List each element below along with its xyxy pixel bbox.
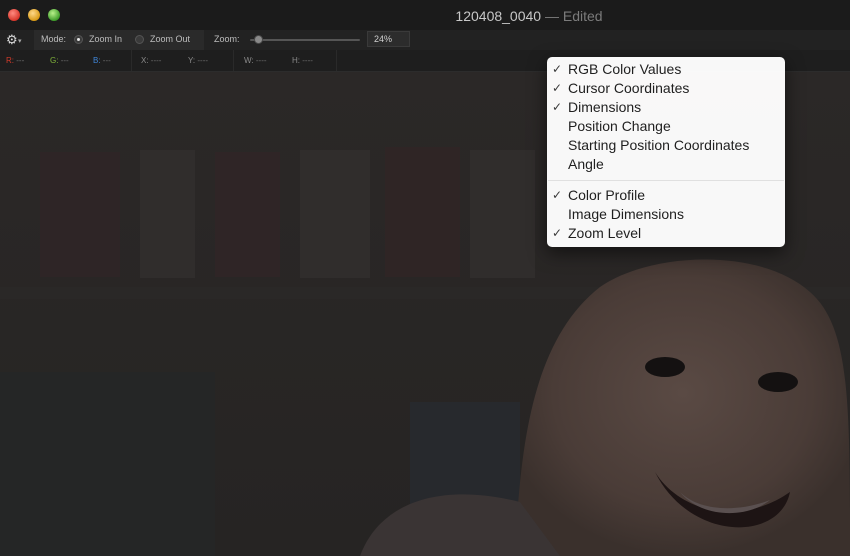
mode-label: Mode: xyxy=(41,34,67,44)
menu-item-label: Starting Position Coordinates xyxy=(568,137,750,153)
info-divider xyxy=(131,50,132,71)
menu-item-cursor-coordinates[interactable]: ✓ Cursor Coordinates xyxy=(547,79,785,98)
menu-item-dimensions[interactable]: ✓ Dimensions xyxy=(547,98,785,117)
menu-item-label: Angle xyxy=(568,156,604,172)
checkmark-icon: ✓ xyxy=(552,81,563,95)
menu-item-position-change[interactable]: Position Change xyxy=(547,117,785,136)
menu-item-label: Dimensions xyxy=(568,99,642,115)
gear-icon[interactable]: ⚙ xyxy=(6,32,18,47)
blue-readout: B: --- xyxy=(93,56,111,65)
zoom-out-radio[interactable] xyxy=(135,35,144,44)
green-label: G: xyxy=(50,56,59,65)
menu-separator xyxy=(548,180,784,181)
menu-item-label: RGB Color Values xyxy=(568,61,682,77)
red-label: R: xyxy=(6,56,14,65)
zoom-label: Zoom: xyxy=(214,34,240,44)
x-value: ---- xyxy=(150,56,162,65)
w-value: ---- xyxy=(255,56,267,65)
w-label: W: xyxy=(244,56,254,65)
menu-item-label: Position Change xyxy=(568,118,671,134)
mode-group: Mode: Zoom In Zoom Out xyxy=(34,30,204,50)
green-value: --- xyxy=(60,56,69,65)
menu-item-rgb-color-values[interactable]: ✓ RGB Color Values xyxy=(547,60,785,79)
menu-item-label: Image Dimensions xyxy=(568,206,684,222)
blue-label: B: xyxy=(93,56,101,65)
menu-item-label: Color Profile xyxy=(568,187,646,203)
y-label: Y: xyxy=(188,56,196,65)
document-name: 120408_0040 xyxy=(455,8,542,24)
menu-item-color-profile[interactable]: ✓ Color Profile xyxy=(547,186,785,205)
menu-item-label: Zoom Level xyxy=(568,225,642,241)
checkmark-icon: ✓ xyxy=(552,62,563,76)
zoom-slider-thumb[interactable] xyxy=(254,35,264,44)
window-title: 120408_0040 — Edited xyxy=(0,8,850,24)
h-label: H: xyxy=(292,56,300,65)
h-value: ---- xyxy=(302,56,313,65)
y-value: ---- xyxy=(197,56,209,65)
chevron-down-icon[interactable]: ▾ xyxy=(18,37,22,45)
checkmark-icon: ✓ xyxy=(552,188,563,202)
menu-item-angle[interactable]: Angle xyxy=(547,155,785,174)
menu-item-image-dimensions[interactable]: Image Dimensions xyxy=(547,205,785,224)
x-label: X: xyxy=(141,56,149,65)
green-readout: G: --- xyxy=(50,56,69,65)
width-readout: W: ---- xyxy=(244,56,267,65)
info-divider xyxy=(336,50,337,71)
zoom-slider[interactable] xyxy=(250,39,360,41)
title-bar: 120408_0040 — Edited xyxy=(0,0,850,31)
zoom-out-label[interactable]: Zoom Out xyxy=(150,34,190,44)
red-value: --- xyxy=(16,56,25,65)
info-options-menu: ✓ RGB Color Values ✓ Cursor Coordinates … xyxy=(547,57,785,247)
zoom-level-field[interactable]: 24% xyxy=(367,31,410,47)
menu-item-starting-position-coordinates[interactable]: Starting Position Coordinates xyxy=(547,136,785,155)
y-readout: Y: ---- xyxy=(188,56,208,65)
zoom-in-label[interactable]: Zoom In xyxy=(89,34,122,44)
blue-value: --- xyxy=(102,56,111,65)
menu-item-zoom-level[interactable]: ✓ Zoom Level xyxy=(547,224,785,243)
info-divider xyxy=(233,50,234,71)
toolbar: ⚙ ▾ Mode: Zoom In Zoom Out Zoom: 24% xyxy=(0,30,850,50)
height-readout: H: ---- xyxy=(292,56,313,65)
checkmark-icon: ✓ xyxy=(552,226,563,240)
zoom-in-radio[interactable] xyxy=(74,35,83,44)
menu-item-label: Cursor Coordinates xyxy=(568,80,690,96)
red-readout: R: --- xyxy=(6,56,24,65)
edited-indicator: — Edited xyxy=(544,8,603,24)
checkmark-icon: ✓ xyxy=(552,100,563,114)
x-readout: X: ---- xyxy=(141,56,161,65)
